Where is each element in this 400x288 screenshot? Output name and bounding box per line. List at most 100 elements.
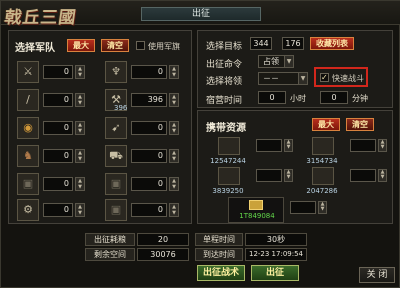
troop-quantity-input[interactable]: 0 [43, 177, 73, 191]
quantity-stepper[interactable]: ▲ ▼ [169, 177, 179, 191]
horse-icon: ♞ [17, 145, 39, 167]
troop-slot: ➹ 0 ▲ ▼ [105, 117, 185, 139]
trident-icon: ♆ [105, 61, 127, 83]
quantity-stepper[interactable]: ▲ ▼ [169, 93, 179, 107]
command-value: 占领 [263, 57, 279, 66]
quantity-stepper[interactable]: ▲ ▼ [169, 65, 179, 79]
summary-area: 出征耗粮 20 剩余空间 30076 单程时间 30秒 到达时间 12-23 1… [85, 230, 307, 263]
cost-label: 出征耗粮 [85, 233, 135, 246]
locked-slot-icon: ▣ [105, 199, 127, 221]
locked-slot-icon: ▣ [17, 173, 39, 195]
general-label: 选择将领 [206, 77, 243, 87]
quantity-stepper[interactable]: ▲ ▼ [75, 149, 85, 163]
quantity-stepper[interactable]: ▲ ▼ [75, 121, 85, 135]
wood-icon [218, 137, 240, 155]
resource-input[interactable] [256, 169, 282, 182]
troop-quantity-input[interactable]: 0 [131, 65, 167, 79]
camp-time-label: 宿营时间 [206, 96, 243, 106]
gold-slot: 1T849084 [228, 197, 284, 223]
quantity-stepper[interactable]: ▲ ▼ [318, 201, 327, 214]
resource-amount: 2047286 [306, 187, 338, 195]
gold-icon [249, 200, 263, 210]
target-y-input[interactable]: 176 [282, 37, 304, 50]
minutes-unit: 分钟 [352, 94, 368, 103]
resource-max-button[interactable]: 最大 [312, 118, 340, 131]
command-select[interactable]: 占领 ▼ [258, 55, 294, 68]
use-flag-label: 使用军旗 [148, 42, 180, 51]
expedition-window: 戟丘三國 出征 选择军队 最大 清空 使用军旗 ⚔ 0 ▲ ▼ ♆ 0 ▲ ▼ / … [0, 0, 400, 288]
quantity-stepper[interactable]: ▲ ▼ [169, 203, 179, 217]
target-label: 选择目标 [206, 42, 243, 52]
troop-quantity-input[interactable]: 0 [131, 121, 167, 135]
quantity-stepper[interactable]: ▲ ▼ [169, 149, 179, 163]
confirm-expedition-button[interactable]: 出征 [251, 265, 299, 281]
troop-quantity-input[interactable]: 0 [43, 149, 73, 163]
gold-amount: 1T849084 [239, 212, 275, 220]
tactic-button[interactable]: 出征战术 [197, 265, 245, 281]
favorites-button[interactable]: 收藏列表 [310, 37, 354, 50]
game-logo: 戟丘三國 [3, 8, 78, 28]
title-bar: 戟丘三國 出征 [1, 1, 400, 28]
chevron-down-icon: ▼ [284, 56, 293, 67]
quantity-stepper[interactable]: ▲ ▼ [284, 139, 293, 152]
troop-quantity-input[interactable]: 0 [43, 203, 73, 217]
fast-battle-label: 快速战斗 [332, 74, 364, 83]
quantity-stepper[interactable]: ▲ ▼ [378, 169, 387, 182]
camp-minutes-input[interactable]: 0 [320, 91, 348, 104]
target-panel: 选择目标 344 176 收藏列表 出征命令 占领 ▼ 选择将领 －－ ▼ ✓ … [197, 30, 393, 108]
iron-icon [218, 167, 240, 185]
lance-icon: / [17, 89, 39, 111]
quantity-stepper[interactable]: ▲ ▼ [378, 139, 387, 152]
troop-max-button[interactable]: 最大 [67, 39, 95, 52]
troop-clear-button[interactable]: 清空 [101, 39, 129, 52]
troop-slot: ⚒ 396 396 ▲ ▼ [105, 89, 185, 112]
troop-quantity-input[interactable]: 0 [131, 203, 167, 217]
troop-slot: ◉ 0 ▲ ▼ [17, 117, 97, 139]
troop-slot: / 0 ▲ ▼ [17, 89, 97, 111]
troop-quantity-input[interactable]: 0 [43, 93, 73, 107]
troop-quantity-input[interactable]: 0 [131, 177, 167, 191]
troop-panel: 选择军队 最大 清空 使用军旗 ⚔ 0 ▲ ▼ ♆ 0 ▲ ▼ / 0 ▲ ▼ ⚒ 3… [8, 30, 192, 224]
resources-header: 携带资源 [206, 123, 246, 134]
troop-quantity-input[interactable]: 0 [43, 65, 73, 79]
quantity-stepper[interactable]: ▲ ▼ [75, 177, 85, 191]
quantity-stepper[interactable]: ▲ ▼ [284, 169, 293, 182]
troop-slot: ♆ 0 ▲ ▼ [105, 61, 185, 83]
quantity-stepper[interactable]: ▲ ▼ [75, 65, 85, 79]
troop-slot: ⛟ 0 ▲ ▼ [105, 145, 185, 167]
chevron-down-icon: ▼ [298, 73, 307, 84]
close-button[interactable]: 关 闭 [359, 267, 395, 283]
space-label: 剩余空间 [85, 248, 135, 261]
shield-icon: ◉ [17, 117, 39, 139]
troop-slot: ⚔ 0 ▲ ▼ [17, 61, 97, 83]
arrive-time-label: 到达时间 [195, 248, 243, 261]
troop-slot: ♞ 0 ▲ ▼ [17, 145, 97, 167]
fast-battle-checkbox[interactable]: ✓ [320, 73, 329, 82]
troop-quantity-input[interactable]: 396 [131, 93, 167, 107]
use-flag-checkbox[interactable] [136, 41, 145, 50]
troop-slot: ▣ 0 ▲ ▼ [105, 199, 185, 221]
quantity-stepper[interactable]: ▲ ▼ [75, 203, 85, 217]
resource-input[interactable] [350, 139, 376, 152]
command-label: 出征命令 [206, 60, 243, 70]
resource-clear-button[interactable]: 清空 [346, 118, 374, 131]
troop-quantity-input[interactable]: 0 [43, 121, 73, 135]
resource-input[interactable] [350, 169, 376, 182]
catapult-icon: ⚙ [17, 199, 39, 221]
travel-time-value: 30秒 [245, 233, 307, 246]
general-select[interactable]: －－ ▼ [258, 72, 308, 85]
chariot-icon: ⛟ [105, 145, 127, 167]
troop-slot: ⚙ 0 ▲ ▼ [17, 199, 97, 221]
cost-value: 20 [137, 233, 189, 246]
target-x-input[interactable]: 344 [250, 37, 272, 50]
camp-hours-input[interactable]: 0 [258, 91, 286, 104]
troop-slot: ▣ 0 ▲ ▼ [105, 173, 185, 195]
quantity-stepper[interactable]: ▲ ▼ [169, 121, 179, 135]
window-title: 出征 [141, 7, 261, 21]
quantity-stepper[interactable]: ▲ ▼ [75, 93, 85, 107]
crossbow-icon: ➹ [105, 117, 127, 139]
gold-input[interactable] [290, 201, 316, 214]
resource-input[interactable] [256, 139, 282, 152]
troop-slot: ▣ 0 ▲ ▼ [17, 173, 97, 195]
troop-quantity-input[interactable]: 0 [131, 149, 167, 163]
